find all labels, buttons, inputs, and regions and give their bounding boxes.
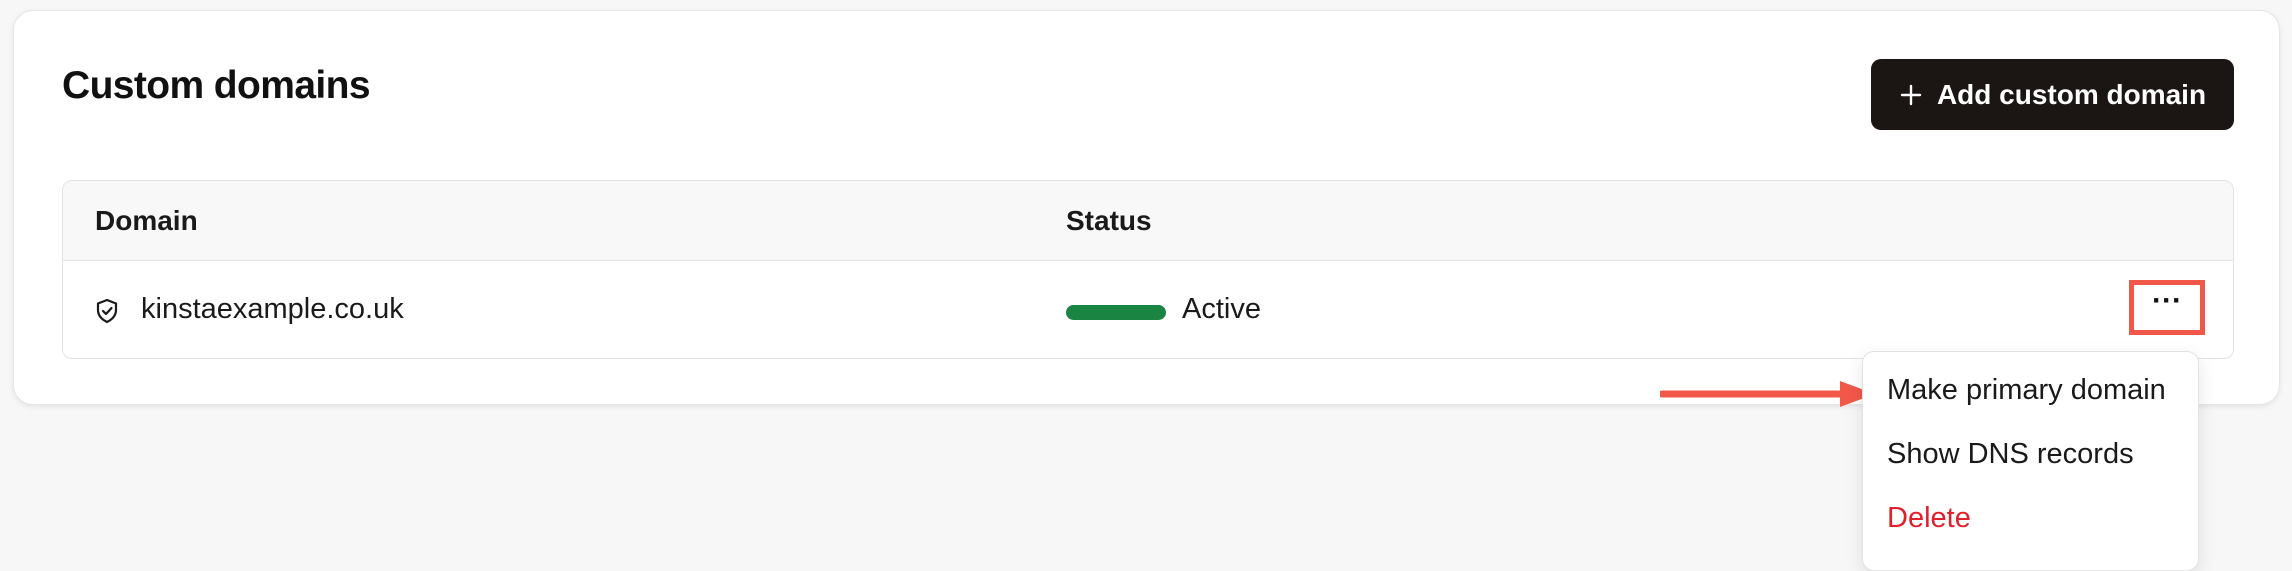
arrow-right-icon bbox=[1660, 381, 1875, 407]
column-header-domain: Domain bbox=[95, 205, 198, 236]
status-badge: Active bbox=[1182, 293, 1261, 325]
domain-name: kinstaexample.co.uk bbox=[141, 293, 404, 325]
menu-item-make-primary-domain[interactable]: Make primary domain bbox=[1887, 374, 2166, 407]
row-actions-button[interactable]: ··· bbox=[2129, 280, 2205, 335]
table-header: Domain Status bbox=[63, 181, 2233, 261]
column-header-status: Status bbox=[1066, 205, 1152, 236]
page-title: Custom domains bbox=[62, 64, 371, 107]
plus-icon bbox=[1900, 84, 1922, 105]
add-custom-domain-button[interactable]: Add custom domain bbox=[1871, 59, 2234, 130]
more-horizontal-icon: ··· bbox=[2152, 284, 2182, 317]
status-indicator bbox=[1066, 305, 1166, 320]
add-custom-domain-label: Add custom domain bbox=[1936, 78, 2207, 110]
shield-check-icon bbox=[96, 298, 118, 324]
menu-item-show-dns-records[interactable]: Show DNS records bbox=[1887, 438, 2134, 471]
domains-table: Domain Status kinstaexample.co.uk Active bbox=[62, 180, 2234, 359]
table-row: kinstaexample.co.uk Active bbox=[63, 261, 2233, 358]
row-actions-menu: Make primary domain Show DNS records Del… bbox=[1862, 351, 2199, 571]
menu-item-delete[interactable]: Delete bbox=[1887, 502, 1971, 535]
